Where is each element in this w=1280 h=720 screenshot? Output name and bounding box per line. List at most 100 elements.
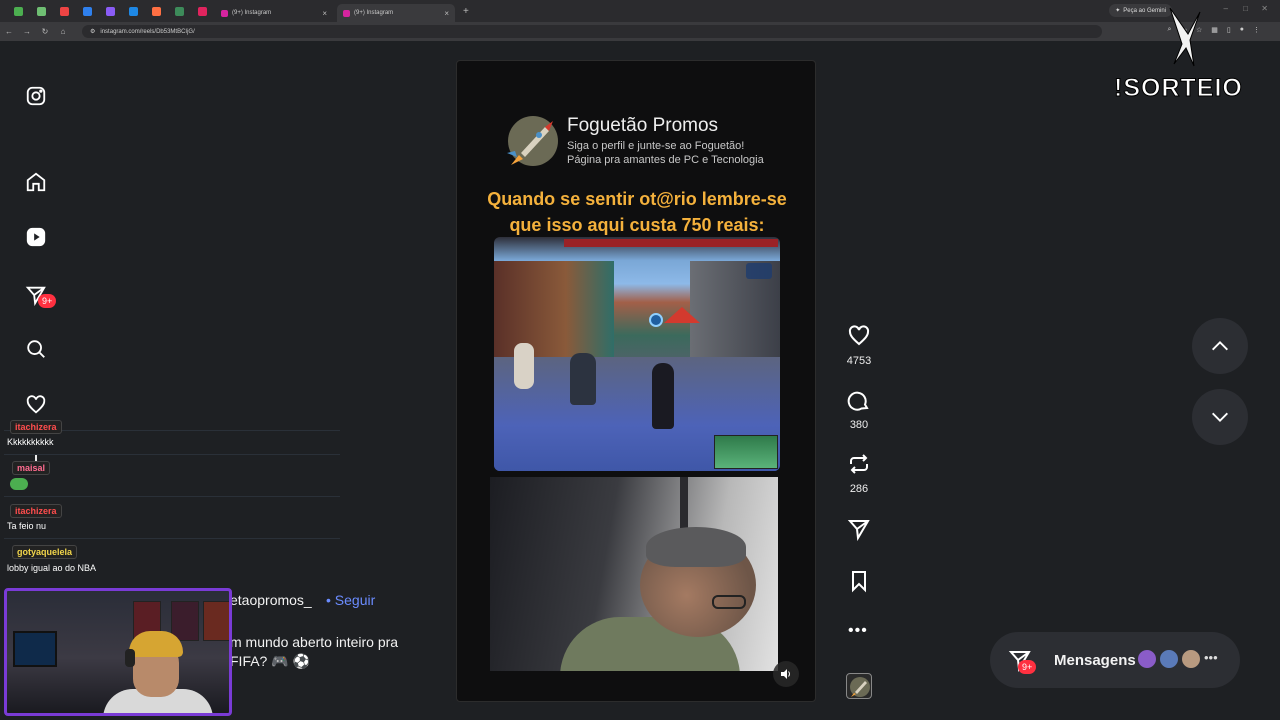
reel-author-username[interactable]: etaopromos_ xyxy=(230,592,312,608)
share-icon xyxy=(847,520,870,541)
instagram-logo-icon[interactable] xyxy=(24,84,48,108)
reel-caption-line: FIFA? 🎮 ⚽ xyxy=(230,653,310,669)
reel-caption-line: m mundo aberto inteiro pra xyxy=(230,634,399,650)
tab-favicon[interactable] xyxy=(106,6,115,16)
minimize-icon[interactable]: – xyxy=(1224,4,1228,13)
tab-favicon[interactable] xyxy=(198,6,207,16)
chat-divider xyxy=(4,538,340,539)
comment-count: 380 xyxy=(849,419,869,431)
game-screenshot xyxy=(494,237,780,471)
browser-tab[interactable]: (9+) Instagram × xyxy=(215,4,333,22)
profile-avatar[interactable]: ● xyxy=(1240,26,1244,34)
avatar xyxy=(1158,648,1180,670)
home-nav-icon[interactable] xyxy=(24,170,48,194)
more-options-icon[interactable]: ••• xyxy=(848,622,868,640)
back-icon[interactable]: ← xyxy=(0,27,18,36)
browser-tab-active[interactable]: (9+) Instagram × xyxy=(337,4,455,22)
repost-icon xyxy=(850,454,868,474)
tab-favicon[interactable] xyxy=(60,6,69,16)
rocket-logo-icon xyxy=(850,677,870,697)
share-button[interactable] xyxy=(846,517,872,541)
avatar xyxy=(1180,648,1202,670)
extensions-icon[interactable]: ▦ xyxy=(1211,26,1218,34)
tab-favicon[interactable] xyxy=(83,6,92,16)
tab-favicon[interactable] xyxy=(14,6,23,16)
reels-nav-icon[interactable] xyxy=(24,225,48,249)
close-tab-icon[interactable]: × xyxy=(322,9,327,18)
wall-poster xyxy=(203,601,229,641)
next-reel-button[interactable] xyxy=(1192,389,1248,445)
like-button[interactable] xyxy=(846,324,872,348)
game-minimap xyxy=(714,435,778,469)
streamer-beanie xyxy=(129,631,183,657)
maximize-icon[interactable]: □ xyxy=(1243,4,1248,13)
messages-label: Mensagens xyxy=(1054,651,1136,669)
search-nav-icon[interactable] xyxy=(24,337,48,361)
like-count: 4753 xyxy=(846,355,872,367)
chat-message: lobby igual ao do NBA xyxy=(7,563,97,573)
avatar xyxy=(1136,648,1158,670)
person-hair xyxy=(646,527,746,567)
notifications-heart-icon[interactable] xyxy=(24,393,48,417)
save-button[interactable] xyxy=(846,569,872,593)
person-glasses xyxy=(712,595,746,609)
rocket-logo-icon xyxy=(507,116,558,166)
reload-icon[interactable]: ↻ xyxy=(36,27,54,36)
tab-favicon[interactable] xyxy=(175,6,184,16)
brand-subtitle: Página pra amantes de PC e Tecnologia xyxy=(567,154,764,166)
game-hud-indicator xyxy=(746,263,772,279)
chat-message: Ta feio nu xyxy=(7,521,47,531)
chat-username: itachizera xyxy=(10,420,62,434)
comment-button[interactable] xyxy=(846,389,872,413)
sorteio-logo-icon xyxy=(1169,7,1201,67)
brand-name: Foguetão Promos xyxy=(567,115,719,136)
instagram-favicon-icon xyxy=(221,9,228,17)
follow-link[interactable]: • Seguir xyxy=(326,592,375,608)
sidebar-toggle-icon[interactable]: ▯ xyxy=(1227,26,1231,34)
sparkle-icon: ✦ xyxy=(1115,8,1121,14)
game-player xyxy=(652,363,674,429)
repost-button[interactable] xyxy=(846,452,872,476)
tab-favicon[interactable] xyxy=(129,6,138,16)
reel-headline: Quando se sentir ot@rio lembre-se xyxy=(487,189,787,209)
chat-username: gotyaquelela xyxy=(12,545,78,559)
chat-divider xyxy=(4,454,340,455)
chevron-down-icon xyxy=(1212,412,1228,422)
browser-tabbar: (9+) Instagram × (9+) Instagram × + ✦ Peç… xyxy=(0,0,1280,22)
game-waypoint-icon xyxy=(649,313,663,327)
url-field[interactable]: ⚙ instagram.com/reels/Db53MtBCIjG/ xyxy=(82,25,1102,38)
repost-count: 286 xyxy=(849,483,869,495)
chat-divider xyxy=(4,496,340,497)
url-text: instagram.com/reels/Db53MtBCIjG/ xyxy=(100,28,195,35)
new-tab-button[interactable]: + xyxy=(463,6,469,17)
tab-favicon[interactable] xyxy=(37,6,46,16)
chat-username: itachizera xyxy=(10,504,62,518)
close-window-icon[interactable]: ✕ xyxy=(1261,4,1268,13)
reel-headline: que isso aqui custa 750 reais: xyxy=(509,215,765,235)
chat-username: maisal xyxy=(12,461,51,475)
bookmark-icon xyxy=(852,571,866,593)
chat-message: Kkkkkkkkkk xyxy=(7,437,54,447)
monitor xyxy=(13,631,57,667)
forward-icon[interactable]: → xyxy=(18,27,36,36)
home-icon[interactable]: ⌂ xyxy=(54,27,72,36)
site-info-icon[interactable]: ⚙ xyxy=(90,28,95,35)
sorteio-overlay-text: !SORTEIO xyxy=(1114,74,1243,103)
reaction-video xyxy=(490,477,778,671)
original-audio-thumbnail[interactable] xyxy=(846,673,872,699)
tab-title: (9+) Instagram xyxy=(232,10,272,16)
speaker-icon xyxy=(781,669,790,679)
previous-reel-button[interactable] xyxy=(1192,318,1248,374)
menu-icon[interactable]: ⋮ xyxy=(1253,26,1260,34)
brand-subtitle: Siga o perfil e junte-se ao Foguetão! xyxy=(567,140,745,152)
close-tab-icon[interactable]: × xyxy=(444,9,449,18)
game-npc xyxy=(570,353,596,405)
chat-emote-icon xyxy=(10,478,28,490)
game-hud-bar xyxy=(564,239,778,247)
tab-favicon[interactable] xyxy=(152,6,161,16)
headset xyxy=(125,649,135,667)
audio-toggle-button[interactable] xyxy=(773,661,799,687)
game-npc xyxy=(514,343,534,389)
notifications-badge: 9+ xyxy=(38,294,57,308)
reel-video[interactable]: Foguetão Promos Siga o perfil e junte-se… xyxy=(456,60,816,702)
